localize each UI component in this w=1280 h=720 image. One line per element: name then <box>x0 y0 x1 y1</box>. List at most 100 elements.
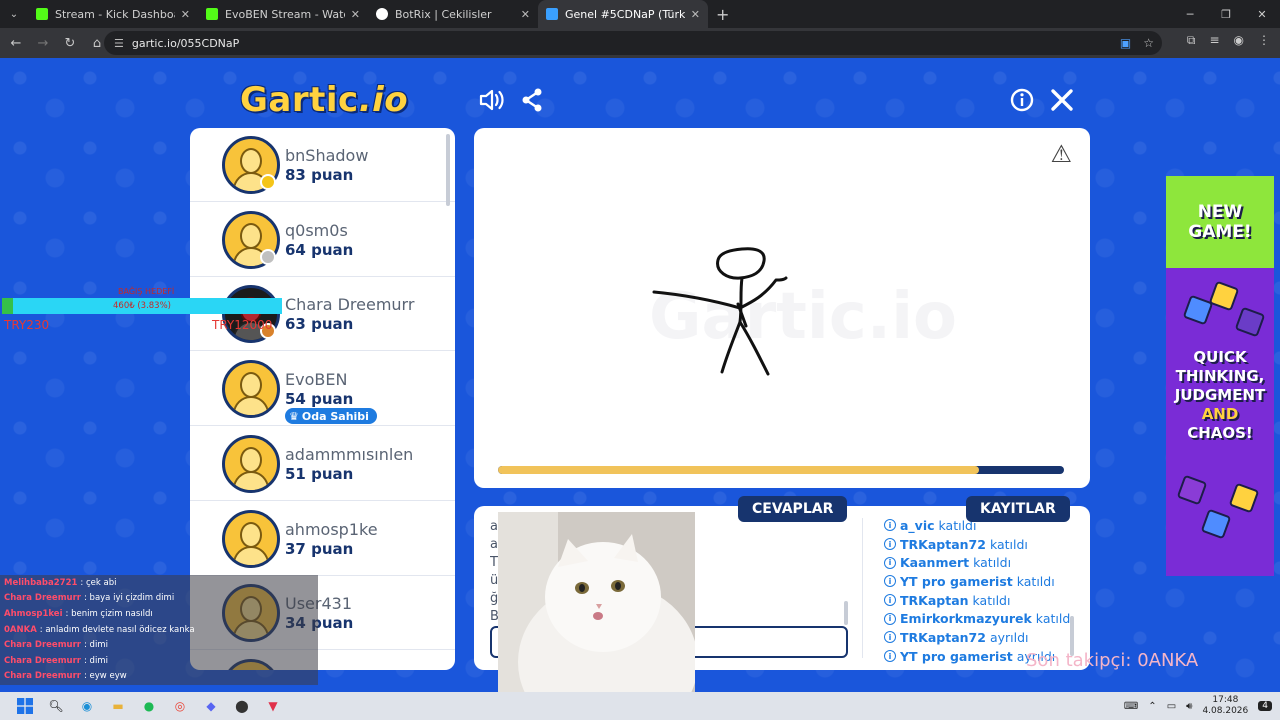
browser-tab-3[interactable]: BotRix | Cekilisler ✕ <box>368 0 538 28</box>
player-row[interactable]: Chara Dreemurr 63 puan <box>190 277 455 352</box>
info-icon: i <box>884 575 896 588</box>
player-name: q0sm0s <box>285 220 348 240</box>
tab-title: EvoBEN Stream - Watch Live on <box>225 7 345 21</box>
minimize-icon[interactable]: ─ <box>1172 0 1208 28</box>
new-tab-icon[interactable]: + <box>716 5 729 24</box>
chat-message: Chara Dreemurr: eyw eyw <box>0 669 318 685</box>
info-icon: i <box>884 556 896 569</box>
player-list-scrollbar[interactable] <box>446 134 450 206</box>
app-icon[interactable]: ▼ <box>262 695 284 717</box>
ad-slogan-1: QUICK <box>1193 348 1247 366</box>
close-window-icon[interactable]: ✕ <box>1244 0 1280 28</box>
forward-icon[interactable]: → <box>31 31 55 55</box>
avatar <box>222 360 280 419</box>
profile-avatar[interactable]: ◉ <box>1234 33 1244 48</box>
edge-icon[interactable]: ◉ <box>76 695 98 717</box>
chat-message: Chara Dreemurr: baya iyi çizdim dimi <box>0 591 318 607</box>
chat-message: Chara Dreemurr: dimi <box>0 637 318 653</box>
obs-icon[interactable]: ⬤ <box>231 695 253 717</box>
player-row[interactable]: EvoBEN 54 puan ♛ Oda Sahibi <box>190 352 455 427</box>
ad-cube-icon <box>1200 508 1232 540</box>
ad-slogan-3: JUDGMENT <box>1174 386 1266 404</box>
chat-text: : çek abi <box>80 577 117 588</box>
info-icon: i <box>884 612 896 625</box>
round-timer-bar <box>498 466 1064 474</box>
keyboard-icon[interactable]: ⌨ <box>1124 701 1138 712</box>
ad-slogan-4: AND <box>1201 405 1239 423</box>
close-tab-icon[interactable]: ✕ <box>691 8 700 21</box>
clock[interactable]: 17:48 4.08.2026 <box>1202 695 1248 717</box>
player-row[interactable]: ahmosp1ke 37 puan <box>190 502 455 576</box>
discord-icon[interactable]: ◆ <box>200 695 222 717</box>
tab-search-icon[interactable]: ⌄ <box>0 0 28 28</box>
bookmark-star-icon[interactable]: ☆ <box>1143 36 1154 50</box>
back-icon[interactable]: ← <box>4 31 28 55</box>
chat-message: Melihbaba2721: çek abi <box>0 575 318 591</box>
browser-actions: ⧉ ≡ ◉ ⋮ <box>1187 33 1270 48</box>
address-bar[interactable]: ☰ gartic.io/055CDNaP ▣ ☆ <box>104 31 1162 55</box>
log-entry: i TRKaptan72 ayrıldı <box>884 628 1074 647</box>
player-score: 51 puan <box>285 464 354 483</box>
donation-goal-label: BAĞIŞ HEDEFİ <box>118 287 175 296</box>
browser-tab-4[interactable]: Genel #5CDNaP (Türkçe) - Gartic ✕ <box>538 0 708 28</box>
close-icon[interactable] <box>1048 86 1076 114</box>
file-explorer-icon[interactable]: ▬ <box>107 695 129 717</box>
ad-slogan: QUICK THINKING, JUDGMENT AND CHAOS! <box>1166 348 1274 443</box>
chat-user: Chara Dreemurr <box>4 640 81 651</box>
close-tab-icon[interactable]: ✕ <box>351 8 360 21</box>
gartic-logo: Gartic.io <box>240 80 408 120</box>
search-icon[interactable]: 🔍︎ <box>45 695 67 717</box>
ad-slogan-5: CHAOS! <box>1187 424 1253 442</box>
browser-tab-1[interactable]: Stream - Kick Dashboard ✕ <box>28 0 198 28</box>
spotify-icon[interactable]: ● <box>138 695 160 717</box>
extensions-icon[interactable]: ⧉ <box>1187 33 1196 48</box>
maximize-icon[interactable]: ❐ <box>1208 0 1244 28</box>
ad-line2: GAME! <box>1188 222 1252 242</box>
notification-badge[interactable]: 4 <box>1258 701 1272 711</box>
advertisement-banner[interactable]: NEW GAME! QUICK THINKING, JUDGMENT AND CH… <box>1166 176 1274 576</box>
reading-list-icon[interactable]: ≡ <box>1209 33 1219 48</box>
translate-icon[interactable]: ▣ <box>1120 36 1131 50</box>
log-action: katıldı <box>1016 573 1055 589</box>
log-entry: i Emirkorkmazyurek katıldı <box>884 609 1074 628</box>
log-user: YT pro gamerist <box>900 573 1013 589</box>
menu-kebab-icon[interactable]: ⋮ <box>1258 33 1270 48</box>
player-row[interactable]: adammmısınlen 51 puan <box>190 427 455 501</box>
avatar <box>222 434 280 493</box>
chevron-up-icon[interactable]: ⌃ <box>1148 701 1156 712</box>
chrome-icon[interactable]: ◎ <box>169 695 191 717</box>
rank-medal-icon <box>260 174 276 190</box>
sound-icon[interactable] <box>478 86 506 114</box>
share-icon[interactable] <box>518 86 546 114</box>
volume-icon[interactable]: 🔊︎ <box>1186 701 1192 712</box>
log-user: a_vic <box>900 517 935 533</box>
chat-text: : baya iyi çizdim dimi <box>83 593 175 604</box>
log-user: Kaanmert <box>900 555 970 571</box>
chat-user: 0ANKA <box>4 624 37 635</box>
log-entry: i TRKaptan72 katıldı <box>884 535 1074 554</box>
network-icon[interactable]: ▭ <box>1167 701 1176 712</box>
canvas-watermark: Gartic.io <box>649 280 957 354</box>
browser-tab-2[interactable]: EvoBEN Stream - Watch Live on ✕ <box>198 0 368 28</box>
close-tab-icon[interactable]: ✕ <box>181 8 190 21</box>
ad-slogan-2: THINKING, <box>1175 367 1265 385</box>
windows-start-icon[interactable] <box>14 695 36 717</box>
log-action: katıldı <box>973 555 1012 571</box>
tab-answers[interactable]: CEVAPLAR <box>738 496 848 522</box>
report-warning-icon[interactable]: ⚠ <box>1050 140 1072 168</box>
log-entry: i Kaanmert katıldı <box>884 553 1074 572</box>
site-info-icon[interactable]: ☰ <box>114 37 124 50</box>
tab-logs[interactable]: KAYITLAR <box>966 496 1070 522</box>
info-icon[interactable] <box>1008 86 1036 114</box>
chat-text: : dimi <box>83 655 108 666</box>
player-row[interactable]: q0sm0s 64 puan <box>190 203 455 277</box>
reload-icon[interactable]: ↻ <box>58 31 82 55</box>
chat-user: Ahmosp1kei <box>4 608 63 619</box>
drawing-canvas[interactable]: Gartic.io ⚠ <box>474 128 1090 488</box>
player-row[interactable]: bnShadow 83 puan <box>190 128 455 202</box>
tab-title: BotRix | Cekilisler <box>395 7 492 21</box>
close-tab-icon[interactable]: ✕ <box>521 8 530 21</box>
chat-user: Chara Dreemurr <box>4 593 81 604</box>
player-name: bnShadow <box>285 146 369 165</box>
answers-scrollbar[interactable] <box>844 601 848 625</box>
